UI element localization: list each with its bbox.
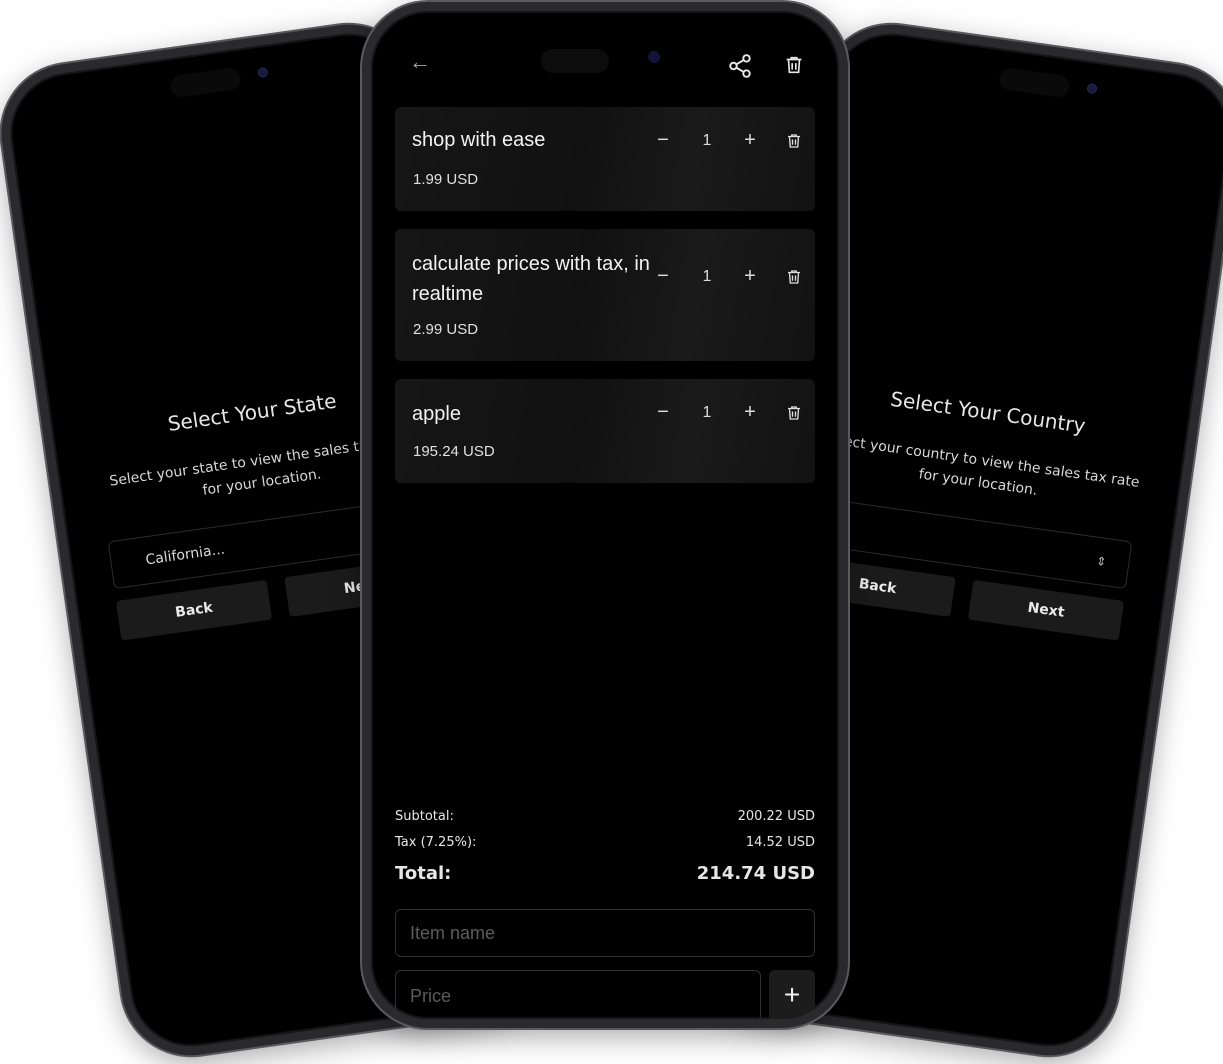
decrease-button[interactable]: − <box>652 401 674 424</box>
item-name: apple <box>412 403 461 425</box>
arrow-left-icon[interactable]: ← <box>409 49 431 75</box>
cart-screen: ← ▬▬ ▬ shop with ease 1.99 USD − 1 + <box>387 11 823 1019</box>
trash-icon[interactable] <box>785 267 803 287</box>
decrease-button[interactable]: − <box>652 129 674 152</box>
item-price: 2.99 USD <box>413 321 479 338</box>
total-label: Total: <box>395 863 452 884</box>
quantity-value: 1 <box>702 404 712 421</box>
item-name: shop with ease <box>412 129 546 151</box>
trash-icon[interactable] <box>783 53 805 77</box>
quantity-value: 1 <box>702 132 712 149</box>
tax-value: 14.52 USD <box>745 835 815 850</box>
trash-icon[interactable] <box>785 131 803 151</box>
trash-icon[interactable] <box>785 403 803 423</box>
price-input[interactable]: Price <box>395 970 761 1019</box>
list-item: calculate prices with tax, in realtime 2… <box>395 229 815 361</box>
increase-button[interactable]: + <box>739 265 761 288</box>
state-select-value: California... <box>144 541 226 569</box>
page-title: ▬▬ ▬ <box>570 71 620 77</box>
list-item: shop with ease 1.99 USD − 1 + <box>395 107 815 211</box>
item-name: calculate prices with tax, in realtime <box>412 253 650 305</box>
share-icon[interactable] <box>727 53 753 79</box>
decrease-button[interactable]: − <box>652 265 674 288</box>
item-price: 195.24 USD <box>413 443 495 460</box>
subtotal-label: Subtotal: <box>395 809 454 824</box>
list-item: apple 195.24 USD − 1 + <box>395 379 815 483</box>
camera-icon <box>257 66 269 79</box>
totals-section: Subtotal: 200.22 USD Tax (7.25%): 14.52 … <box>395 809 815 897</box>
dynamic-island <box>998 66 1071 99</box>
increase-button[interactable]: + <box>739 401 761 424</box>
center-phone: ← ▬▬ ▬ shop with ease 1.99 USD − 1 + <box>362 2 848 1028</box>
item-price: 1.99 USD <box>413 171 479 188</box>
tax-label: Tax (7.25%): <box>395 835 477 850</box>
item-name-input[interactable]: Item name <box>395 909 815 957</box>
chevron-updown-icon: ⇕ <box>1095 553 1108 570</box>
increase-button[interactable]: + <box>739 129 761 152</box>
total-value: 214.74 USD <box>696 863 815 884</box>
top-bar: ← ▬▬ ▬ <box>387 49 823 83</box>
quantity-value: 1 <box>702 268 712 285</box>
add-item-button[interactable]: + <box>769 970 815 1019</box>
camera-icon <box>1086 82 1098 95</box>
dynamic-island <box>169 66 242 99</box>
next-button[interactable]: Next <box>967 579 1125 641</box>
back-button[interactable]: Back <box>115 579 273 641</box>
subtotal-value: 200.22 USD <box>737 809 815 824</box>
